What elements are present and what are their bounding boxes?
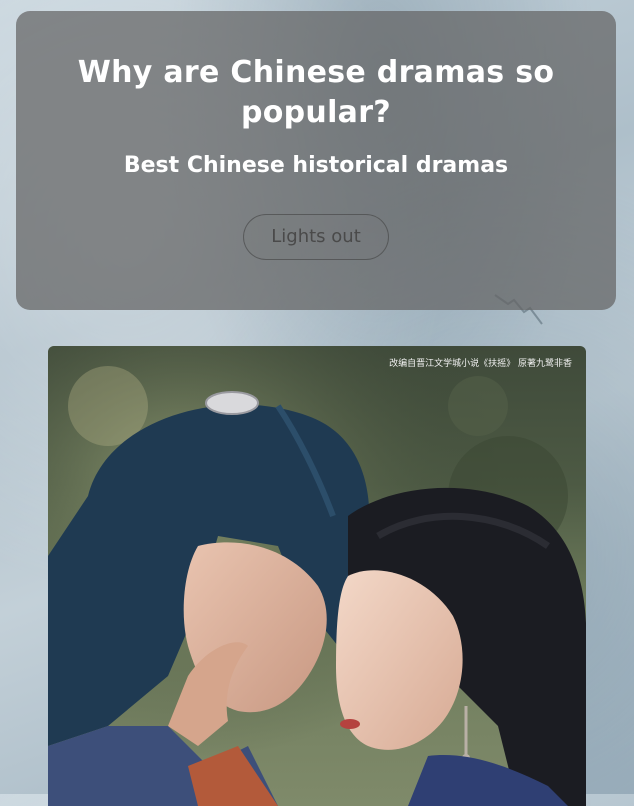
hair-ornament-shape <box>205 391 259 415</box>
header-card: Why are Chinese dramas so popular? Best … <box>16 11 616 310</box>
poster-illustration <box>48 346 586 806</box>
poster-caption: 改编自晋江文学城小说《扶摇》 原著九鹭非香 <box>389 359 572 369</box>
lights-out-button[interactable]: Lights out <box>243 214 389 260</box>
page-subtitle: Best Chinese historical dramas <box>123 153 509 178</box>
page-title: Why are Chinese dramas so popular? <box>77 55 555 130</box>
drama-poster-image: 改编自晋江文学城小说《扶摇》 原著九鹭非香 <box>48 346 586 806</box>
